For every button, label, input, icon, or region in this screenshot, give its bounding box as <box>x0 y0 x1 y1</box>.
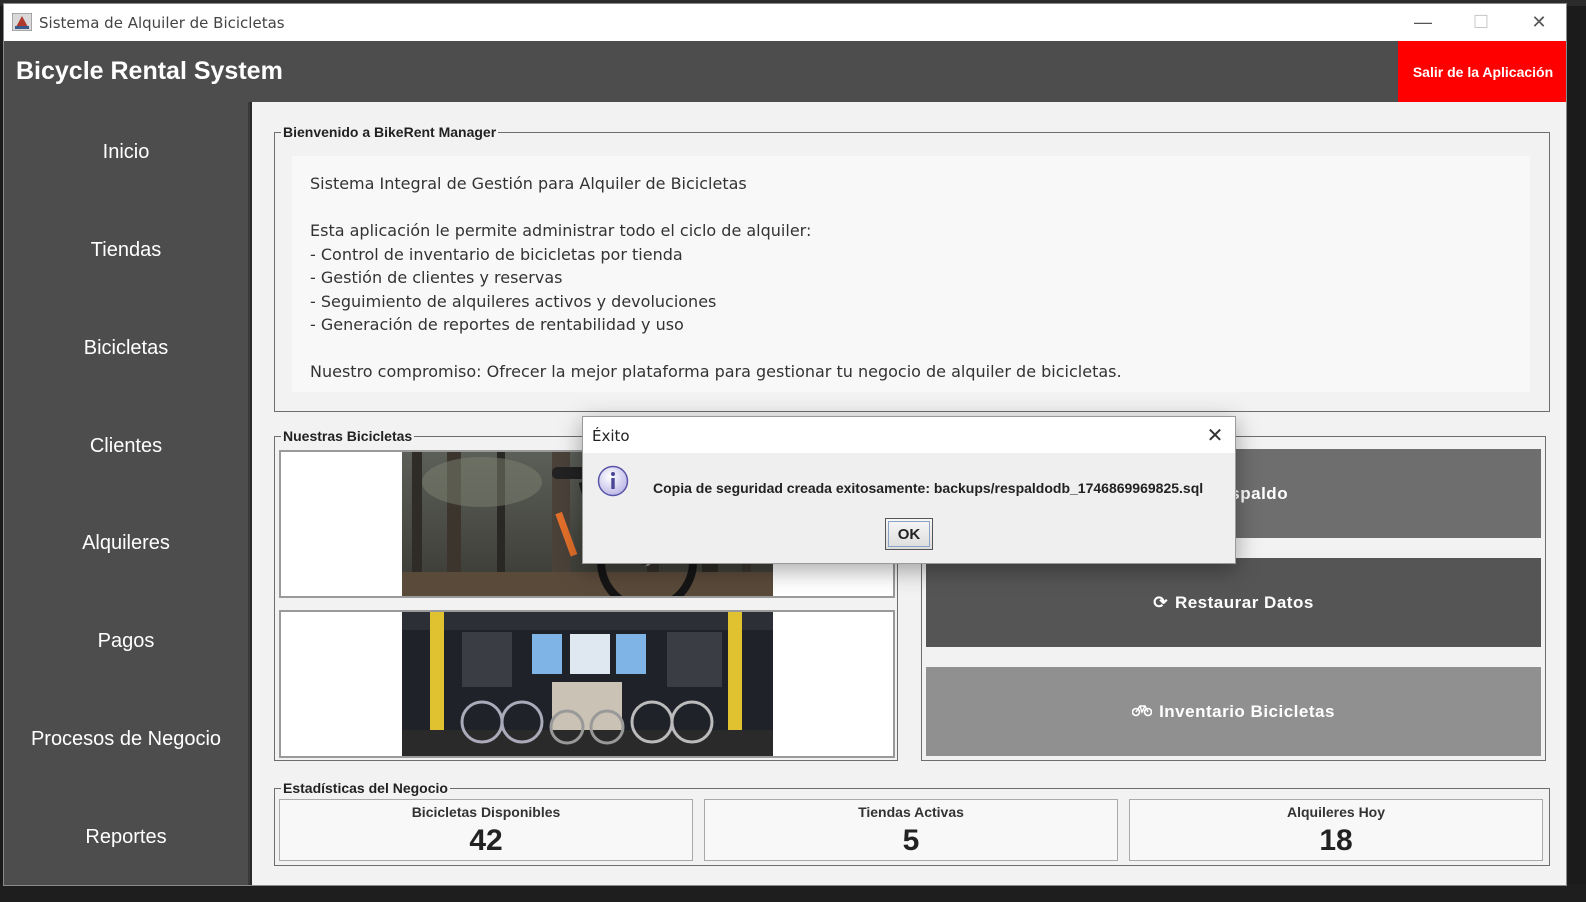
bicycle-icon <box>1131 702 1153 722</box>
app-window: Sistema de Alquiler de Bicicletas — ☐ ✕ … <box>3 3 1567 886</box>
bike-inventory-label: Inventario Bicicletas <box>1159 701 1335 721</box>
sidebar-item-reportes[interactable]: Reportes <box>4 826 248 849</box>
welcome-line: Esta aplicación le permite administrar t… <box>310 221 812 240</box>
stat-card-tiendas-activas: Tiendas Activas 5 <box>704 799 1118 861</box>
stat-label: Tiendas Activas <box>858 804 964 820</box>
bikes-legend: Nuestras Bicicletas <box>281 428 415 444</box>
window-title: Sistema de Alquiler de Bicicletas <box>39 14 285 32</box>
stat-value: 42 <box>469 824 503 857</box>
success-dialog: Éxito ✕ Copia de seguridad creada exitos… <box>582 416 1236 564</box>
welcome-text-area: Sistema Integral de Gestión para Alquile… <box>292 156 1530 392</box>
bike-store-photo <box>402 612 773 756</box>
sidebar-item-inicio[interactable]: Inicio <box>4 141 248 164</box>
maximize-button[interactable]: ☐ <box>1452 4 1510 41</box>
bike-image-frame <box>279 610 895 758</box>
close-window-button[interactable]: ✕ <box>1510 4 1566 41</box>
welcome-line: - Gestión de clientes y reservas <box>310 268 563 287</box>
exit-app-button[interactable]: Salir de la Aplicación <box>1398 41 1566 102</box>
background-window-strip-bottom <box>0 884 1586 902</box>
sidebar-item-bicicletas[interactable]: Bicicletas <box>4 337 248 360</box>
welcome-line: - Seguimiento de alquileres activos y de… <box>310 292 717 311</box>
welcome-line: - Control de inventario de bicicletas po… <box>310 245 683 264</box>
stat-label: Bicicletas Disponibles <box>411 804 561 820</box>
stat-value: 5 <box>902 824 920 857</box>
info-icon <box>597 465 629 497</box>
dialog-titlebar[interactable]: Éxito ✕ <box>583 417 1235 453</box>
refresh-icon: ⟳ <box>1153 592 1168 612</box>
stat-card-bicicletas-disponibles: Bicicletas Disponibles 42 <box>279 799 693 861</box>
window-titlebar[interactable]: Sistema de Alquiler de Bicicletas — ☐ ✕ <box>4 4 1566 41</box>
sidebar-item-alquileres[interactable]: Alquileres <box>4 532 248 555</box>
restore-data-button[interactable]: ⟳ Restaurar Datos <box>926 558 1541 647</box>
welcome-line: - Generación de reportes de rentabilidad… <box>310 315 684 334</box>
welcome-legend: Bienvenido a BikeRent Manager <box>281 124 499 140</box>
minimize-button[interactable]: — <box>1394 4 1452 41</box>
dialog-title: Éxito <box>592 427 630 445</box>
app-header: Bicycle Rental System Salir de la Aplica… <box>4 41 1566 102</box>
stat-label: Alquileres Hoy <box>1286 804 1386 820</box>
sidebar-item-pagos[interactable]: Pagos <box>4 630 248 653</box>
stats-legend: Estadísticas del Negocio <box>281 780 450 796</box>
bike-inventory-button[interactable]: Inventario Bicicletas <box>926 667 1541 756</box>
stat-card-alquileres-hoy: Alquileres Hoy 18 <box>1129 799 1543 861</box>
sidebar-item-procesos-negocio[interactable]: Procesos de Negocio <box>4 728 248 751</box>
app-heading: Bicycle Rental System <box>16 57 283 85</box>
dialog-message: Copia de seguridad creada exitosamente: … <box>653 480 1204 496</box>
stats-panel: Estadísticas del Negocio Bicicletas Disp… <box>274 780 1550 866</box>
stat-value: 18 <box>1319 824 1353 857</box>
dialog-close-button[interactable]: ✕ <box>1201 421 1229 449</box>
java-app-icon <box>12 13 32 31</box>
welcome-panel: Bienvenido a BikeRent Manager Sistema In… <box>274 124 1550 412</box>
sidebar-item-tiendas[interactable]: Tiendas <box>4 239 248 262</box>
welcome-line: Nuestro compromiso: Ofrecer la mejor pla… <box>310 362 1122 381</box>
welcome-line: Sistema Integral de Gestión para Alquile… <box>310 174 747 193</box>
restore-data-label: Restaurar Datos <box>1174 592 1314 612</box>
sidebar-item-clientes[interactable]: Clientes <box>4 435 248 458</box>
sidebar: Inicio Tiendas Bicicletas Clientes Alqui… <box>4 102 250 885</box>
ok-button[interactable]: OK <box>885 518 933 550</box>
